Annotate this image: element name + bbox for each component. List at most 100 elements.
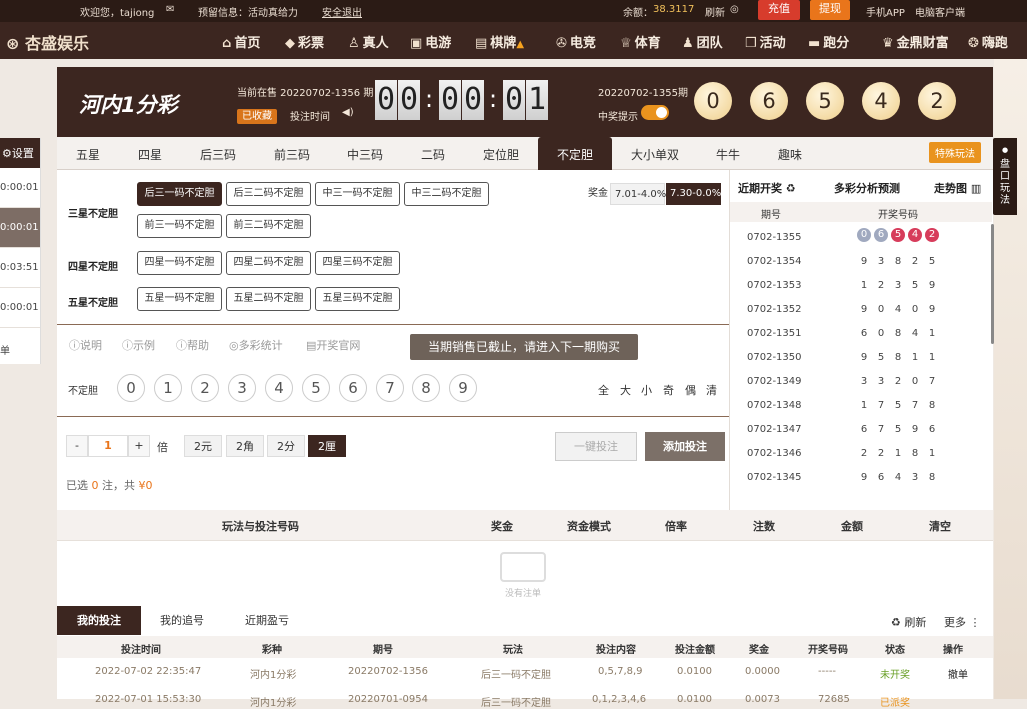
list-item[interactable]: 0:03:51 — [0, 248, 40, 288]
quick-big[interactable]: 大 — [620, 382, 631, 398]
deposit-button[interactable]: 充值 — [758, 0, 800, 20]
help-explain-link[interactable]: ⓘ说明 — [69, 337, 102, 353]
logout-link[interactable]: 安全退出 — [322, 4, 362, 19]
quick-clear[interactable]: 清 — [706, 382, 717, 398]
number-ball[interactable]: 1 — [154, 374, 182, 402]
official-site-link[interactable]: ▤开奖官网 — [306, 337, 360, 353]
tab-fun[interactable]: 趣味 — [762, 137, 818, 170]
play-option[interactable]: 五星二码不定胆 — [226, 287, 311, 311]
number-ball[interactable]: 4 — [265, 374, 293, 402]
nav-item-wealth[interactable]: ♛ 金鼎财富 — [882, 32, 949, 51]
play-option[interactable]: 中三一码不定胆 — [315, 182, 400, 206]
multiplier-minus[interactable]: - — [66, 435, 88, 457]
number-ball[interactable]: 2 — [191, 374, 219, 402]
bet-time-link[interactable]: 投注时间 — [290, 108, 330, 123]
nav-item-run[interactable]: ❂ 嗨跑 — [968, 32, 1008, 51]
unit-li[interactable]: 2厘 — [308, 435, 346, 457]
quick-bet-button[interactable]: 一键投注 — [555, 432, 637, 461]
stats-link[interactable]: ◎多彩统计 — [229, 337, 283, 353]
refresh-icon[interactable]: ♻ — [786, 182, 796, 195]
refresh-balance-link[interactable]: 刷新 — [705, 4, 725, 19]
tab-first-three[interactable]: 前三码 — [259, 137, 325, 170]
nav-item-team[interactable]: ♟ 团队 — [682, 32, 723, 51]
tab-mid-three[interactable]: 中三码 — [332, 137, 398, 170]
nav-item-lottery[interactable]: ◆ 彩票 — [285, 32, 324, 51]
withdraw-button[interactable]: 提现 — [810, 0, 850, 20]
scrollbar[interactable] — [991, 224, 994, 344]
win-notice-toggle[interactable] — [641, 105, 669, 120]
play-option[interactable]: 后三二码不定胆 — [226, 182, 311, 206]
trend-chart-link[interactable]: 走势图 ▥ — [934, 180, 981, 196]
more-button[interactable]: 更多 ⋮ — [944, 614, 981, 630]
cancel-bet-link[interactable]: 撤单 — [948, 666, 968, 681]
number-ball[interactable]: 6 — [339, 374, 367, 402]
unit-yuan[interactable]: 2元 — [184, 435, 222, 457]
multiplier-plus[interactable]: + — [128, 435, 150, 457]
list-item[interactable]: 0:00:01 — [0, 288, 40, 328]
nav-item-home[interactable]: ⌂ 首页 — [222, 32, 260, 51]
play-option[interactable]: 五星三码不定胆 — [315, 287, 400, 311]
desktop-client-link[interactable]: 电脑客户端 — [915, 4, 965, 19]
tab-big-small[interactable]: 大小单双 — [622, 137, 688, 170]
number-ball[interactable]: 9 — [449, 374, 477, 402]
quick-even[interactable]: 偶 — [685, 382, 696, 398]
tab-last-three[interactable]: 后三码 — [185, 137, 251, 170]
bonus-option-selected[interactable]: 7.30-0.0% — [666, 183, 721, 205]
bonus-option[interactable]: 7.01-4.0% — [610, 183, 666, 205]
list-item[interactable]: 0:00:01 — [0, 208, 40, 248]
hide-balance-icon[interactable]: ◎ — [730, 4, 739, 15]
tab-my-bets[interactable]: 我的投注 — [57, 606, 141, 635]
add-bet-button[interactable]: 添加投注 — [645, 432, 725, 461]
tab-profit[interactable]: 近期盈亏 — [232, 606, 302, 635]
number-ball[interactable]: 0 — [117, 374, 145, 402]
play-option[interactable]: 后三一码不定胆 — [137, 182, 222, 206]
multiplier-input[interactable]: 1 — [88, 435, 128, 457]
quick-small[interactable]: 小 — [641, 382, 652, 398]
play-option[interactable]: 四星三码不定胆 — [315, 251, 400, 275]
list-item[interactable]: 0:00:01 — [0, 168, 40, 208]
mail-icon[interactable]: ✉ — [166, 4, 174, 15]
favorite-button[interactable]: 已收藏 — [237, 109, 277, 124]
cell-lottery: 河内1分彩 — [250, 670, 297, 681]
sound-icon[interactable]: ◀) — [342, 107, 354, 118]
nav-item-live[interactable]: ♙ 真人 — [348, 32, 389, 51]
clear-all-button[interactable]: 清空 — [929, 518, 951, 534]
play-option[interactable]: 五星一码不定胆 — [137, 287, 222, 311]
number-ball[interactable]: 3 — [228, 374, 256, 402]
number-ball[interactable]: 8 — [412, 374, 440, 402]
tab-five-star[interactable]: 五星 — [57, 137, 119, 170]
list-item[interactable]: 单 — [0, 328, 40, 368]
quick-odd[interactable]: 奇 — [663, 382, 674, 398]
handicap-play-tab[interactable]: ● 盘口玩法 — [993, 138, 1017, 215]
play-option[interactable]: 四星一码不定胆 — [137, 251, 222, 275]
nav-item-sports[interactable]: ♕ 体育 — [620, 32, 661, 51]
nav-item-chess[interactable]: ▤ 棋牌▲ — [475, 32, 524, 51]
analysis-link[interactable]: 多彩分析预测 — [834, 180, 900, 196]
site-logo[interactable]: ⊛ 杏盛娱乐 — [6, 30, 89, 54]
mobile-app-link[interactable]: 手机APP — [866, 4, 905, 19]
example-link[interactable]: ⓘ示例 — [122, 337, 155, 353]
unit-jiao[interactable]: 2角 — [226, 435, 264, 457]
help-link[interactable]: ⓘ帮助 — [176, 337, 209, 353]
unit-fen[interactable]: 2分 — [267, 435, 305, 457]
play-option[interactable]: 中三二码不定胆 — [404, 182, 489, 206]
tab-indefinite[interactable]: 不定胆 — [538, 137, 612, 170]
number-ball[interactable]: 7 — [376, 374, 404, 402]
tab-four-star[interactable]: 四星 — [119, 137, 181, 170]
tab-my-chase[interactable]: 我的追号 — [147, 606, 217, 635]
tab-niuniu[interactable]: 牛牛 — [700, 137, 756, 170]
nav-item-slots[interactable]: ▣ 电游 — [410, 32, 451, 51]
nav-item-esports[interactable]: ✇ 电竞 — [556, 32, 596, 51]
play-option[interactable]: 四星二码不定胆 — [226, 251, 311, 275]
records-refresh-button[interactable]: ♻ 刷新 — [891, 614, 926, 630]
tab-two-code[interactable]: 二码 — [403, 137, 463, 170]
nav-item-score[interactable]: ▬ 跑分 — [808, 32, 849, 51]
number-ball[interactable]: 5 — [302, 374, 330, 402]
play-option[interactable]: 前三二码不定胆 — [226, 214, 311, 238]
special-play-button[interactable]: 特殊玩法 — [929, 142, 981, 163]
play-option[interactable]: 前三一码不定胆 — [137, 214, 222, 238]
quick-all[interactable]: 全 — [598, 382, 609, 398]
tab-position[interactable]: 定位胆 — [470, 137, 532, 170]
settings-button[interactable]: ⚙设置 — [0, 138, 40, 168]
nav-item-activity[interactable]: ❒ 活动 — [745, 32, 786, 51]
